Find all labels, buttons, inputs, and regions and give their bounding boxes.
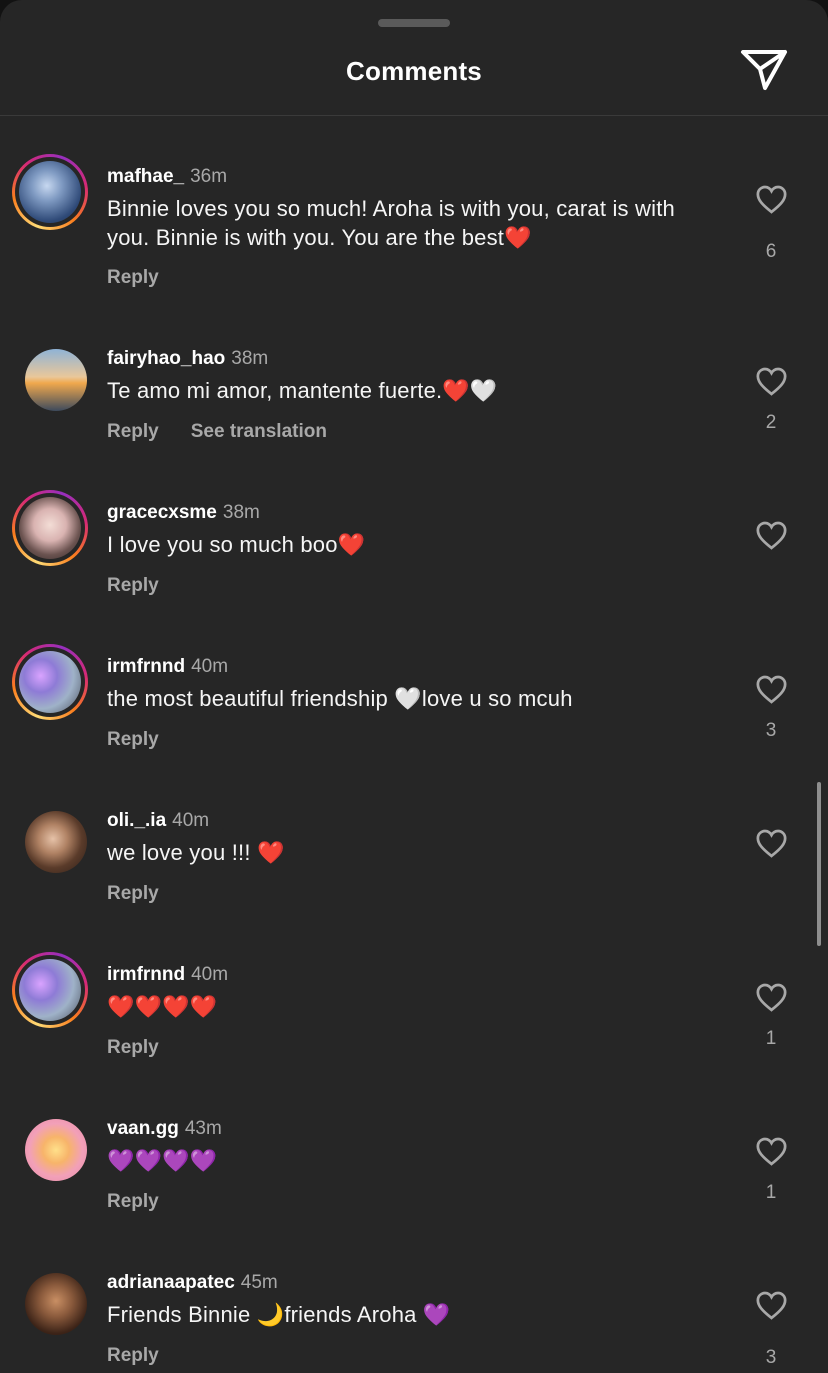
reply-button[interactable]: Reply (107, 1037, 159, 1058)
like-count: 6 (765, 241, 777, 262)
comment-actions: Reply (107, 267, 159, 289)
comment-username[interactable]: mafhae_ (107, 166, 184, 187)
avatar-story-ring[interactable] (12, 154, 88, 230)
comment-text: Friends Binnie 🌙friends Aroha 💜 (107, 1302, 451, 1327)
heart-icon[interactable] (755, 1290, 788, 1320)
avatar (25, 1273, 87, 1335)
comment-text: 💜💜💜💜 (107, 1148, 218, 1173)
comment-username[interactable]: oli._.ia (107, 810, 166, 831)
comment-text: Binnie loves you so much! Aroha is with … (107, 196, 675, 250)
comment-item: irmfrnnd 40m ❤️❤️❤️❤️ Reply 1 (0, 952, 828, 1114)
like-count: 1 (765, 1028, 777, 1049)
paper-plane-icon (741, 50, 787, 90)
comment-username[interactable]: irmfrnnd (107, 964, 185, 985)
avatar (19, 651, 81, 713)
comment-username[interactable]: gracecxsme (107, 502, 217, 523)
comment-item: mafhae_ 36m Binnie loves you so much! Aro… (0, 154, 828, 316)
comment-item: oli._.ia 40m we love you !!! ❤️ Reply (0, 810, 828, 960)
like-count: 3 (765, 1347, 777, 1368)
comment-actions: Reply (107, 1345, 159, 1367)
scrollbar[interactable] (817, 782, 821, 946)
reply-button[interactable]: Reply (107, 883, 159, 904)
comment-time: 45m (240, 1272, 278, 1293)
comment-username[interactable]: adrianaapatec (107, 1272, 235, 1293)
like-count: 1 (765, 1182, 777, 1203)
comment-actions: Reply (107, 1191, 159, 1213)
like-count: 2 (765, 412, 777, 433)
see-translation-button[interactable]: See translation (191, 421, 327, 442)
reply-button[interactable]: Reply (107, 267, 159, 288)
comment-actions: Reply See translation (107, 421, 327, 443)
comment-text: Te amo mi amor, mantente fuerte.❤️🤍 (107, 378, 498, 403)
avatar (25, 1119, 87, 1181)
comment-time: 38m (222, 502, 260, 523)
comment-text: I love you so much boo❤️ (107, 532, 366, 557)
avatar (19, 497, 81, 559)
comment-username[interactable]: irmfrnnd (107, 656, 185, 677)
comment-username[interactable]: vaan.gg (107, 1118, 179, 1139)
avatar (19, 959, 81, 1021)
avatar-story-ring[interactable] (12, 644, 88, 720)
avatar-wrap[interactable] (12, 1260, 88, 1336)
avatar-wrap[interactable] (12, 798, 88, 874)
heart-icon[interactable] (755, 520, 788, 550)
avatar-story-ring[interactable] (12, 952, 88, 1028)
comment-item: gracecxsme 38m I love you so much boo❤️ R… (0, 490, 828, 652)
reply-button[interactable]: Reply (107, 421, 159, 442)
heart-icon[interactable] (755, 674, 788, 704)
comments-sheet: Comments mafhae_ 36m Binnie loves you so … (0, 0, 828, 1373)
header-divider (0, 115, 828, 116)
comment-username[interactable]: fairyhao_hao (107, 348, 225, 369)
avatar (25, 811, 87, 873)
share-button[interactable] (740, 48, 788, 92)
comment-time: 36m (190, 166, 228, 187)
comment-actions: Reply (107, 575, 159, 597)
comment-actions: Reply (107, 883, 159, 905)
comment-item: vaan.gg 43m 💜💜💜💜 Reply 1 (0, 1118, 828, 1268)
comment-time: 40m (191, 964, 229, 985)
comment-actions: Reply (107, 1037, 159, 1059)
avatar-wrap[interactable] (12, 1106, 88, 1182)
heart-icon[interactable] (755, 982, 788, 1012)
heart-icon[interactable] (755, 1136, 788, 1166)
avatar (19, 161, 81, 223)
heart-icon[interactable] (755, 366, 788, 396)
comment-time: 40m (172, 810, 210, 831)
comment-item: adrianaapatec 45m Friends Binnie 🌙friends… (0, 1272, 828, 1373)
reply-button[interactable]: Reply (107, 1191, 159, 1212)
reply-button[interactable]: Reply (107, 575, 159, 596)
comment-time: 38m (231, 348, 269, 369)
comment-text: ❤️❤️❤️❤️ (107, 994, 218, 1019)
comment-text: the most beautiful friendship 🤍love u so… (107, 686, 573, 711)
comment-time: 43m (184, 1118, 222, 1139)
comment-text: we love you !!! ❤️ (107, 840, 285, 865)
comment-time: 40m (191, 656, 229, 677)
reply-button[interactable]: Reply (107, 1345, 159, 1366)
like-count: 3 (765, 720, 777, 741)
comment-item: fairyhao_hao 38m Te amo mi amor, mantente… (0, 348, 828, 498)
drag-handle[interactable] (378, 19, 450, 27)
avatar (25, 349, 87, 411)
page-title: Comments (346, 56, 482, 86)
avatar-story-ring[interactable] (12, 490, 88, 566)
heart-icon[interactable] (755, 828, 788, 858)
avatar-wrap[interactable] (12, 336, 88, 412)
reply-button[interactable]: Reply (107, 729, 159, 750)
comment-item: irmfrnnd 40m the most beautiful friendshi… (0, 644, 828, 806)
comment-actions: Reply (107, 729, 159, 751)
heart-icon[interactable] (755, 184, 788, 214)
